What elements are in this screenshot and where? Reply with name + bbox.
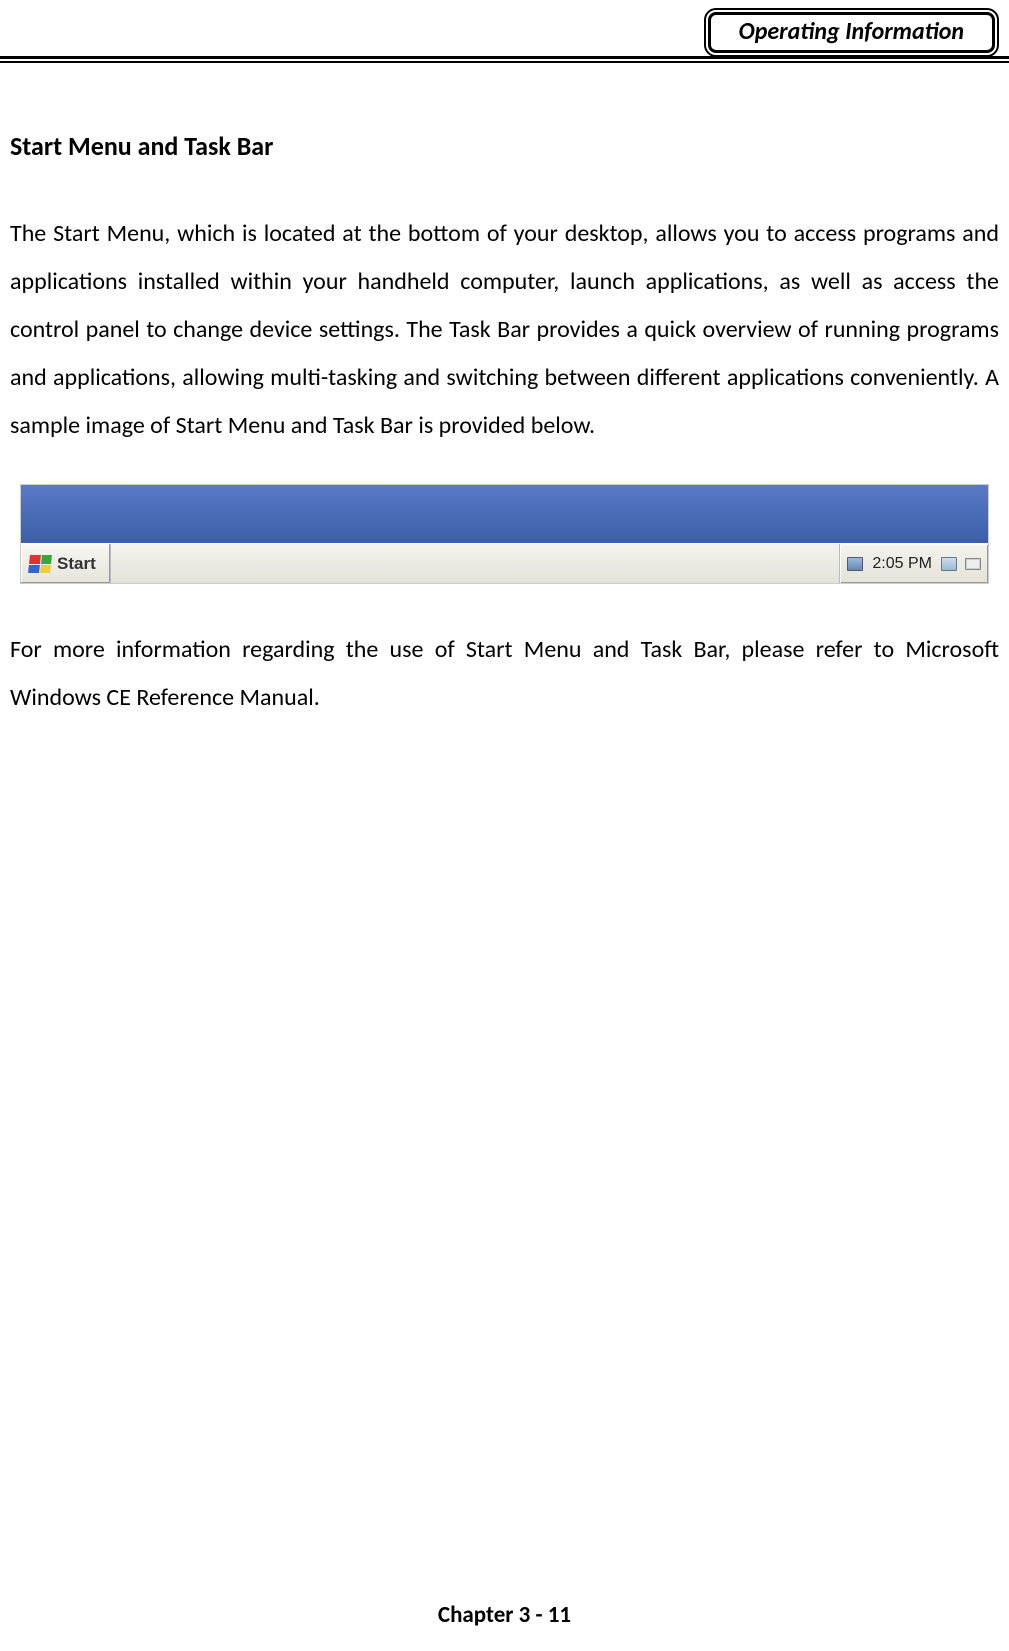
taskbar-row: Start 2:05 PM <box>21 543 988 583</box>
network-monitor-icon[interactable] <box>846 556 864 572</box>
show-desktop-icon[interactable] <box>940 556 958 572</box>
window-titlebar-area <box>21 485 988 543</box>
section-title: Start Menu and Task Bar <box>10 130 999 162</box>
header-tab-label: Operating Information <box>708 12 995 53</box>
system-tray: 2:05 PM <box>839 544 988 583</box>
tray-clock[interactable]: 2:05 PM <box>870 555 934 573</box>
windows-flag-icon <box>28 555 52 573</box>
taskbar-sample-image: Start 2:05 PM <box>20 484 989 584</box>
input-panel-icon[interactable] <box>964 556 982 572</box>
start-button-label: Start <box>57 554 96 574</box>
page-content: Start Menu and Task Bar The Start Menu, … <box>10 130 999 752</box>
reference-paragraph: For more information regarding the use o… <box>10 626 999 722</box>
start-button[interactable]: Start <box>21 544 111 583</box>
header-tab: Operating Information <box>704 8 999 57</box>
intro-paragraph: The Start Menu, which is located at the … <box>10 210 999 450</box>
header-rule <box>0 56 1009 63</box>
page-footer: Chapter 3 - 11 <box>0 1601 1009 1629</box>
